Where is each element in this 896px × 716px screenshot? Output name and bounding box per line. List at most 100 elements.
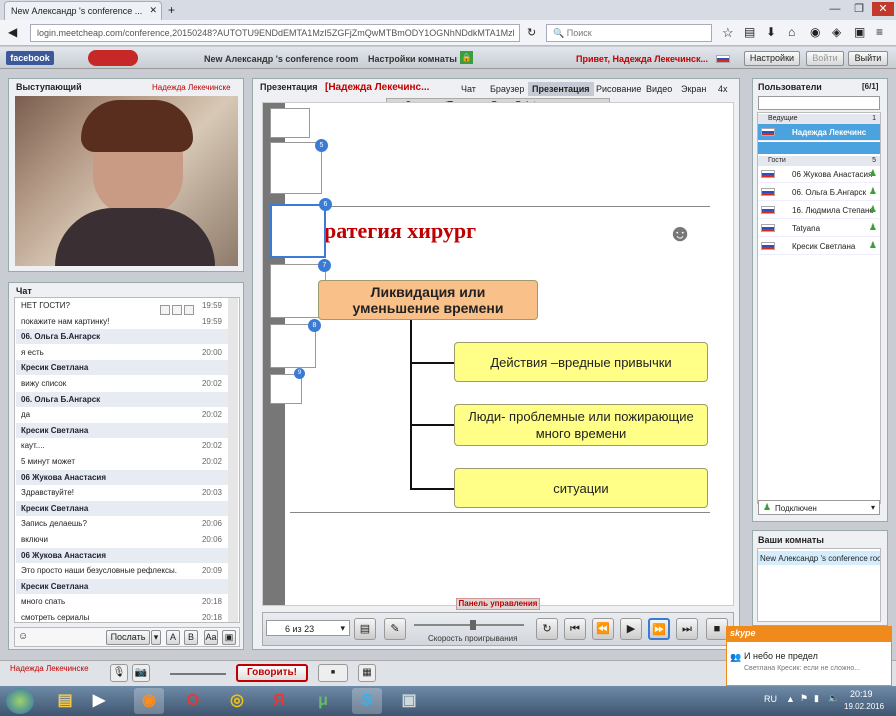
new-tab-button[interactable]: +	[168, 3, 175, 17]
clock-time[interactable]: 20:19	[850, 689, 873, 699]
volume-icon[interactable]: 🔈	[828, 693, 839, 704]
flag-tray-icon[interactable]: ⚑	[800, 693, 808, 704]
chrome-icon[interactable]: ◎	[222, 688, 252, 714]
tab-browser[interactable]: Браузер	[486, 82, 528, 96]
maximize-button[interactable]: ❐	[848, 2, 870, 16]
font-icon[interactable]	[172, 305, 182, 315]
login-button[interactable]: Войти	[806, 51, 844, 66]
format-icon[interactable]: A	[166, 630, 180, 645]
browser-tab[interactable]: New Александр 's conference ... ✕	[4, 1, 162, 20]
pencil-icon[interactable]: ✎	[384, 618, 406, 640]
chat-message: я есть 20:00	[16, 345, 228, 360]
explorer-icon[interactable]: ▤	[50, 688, 80, 714]
slide-thumbnail[interactable]	[270, 324, 316, 368]
user-row-guest[interactable]: Кресик Светлана ♟	[758, 238, 880, 255]
skype-taskbar-icon[interactable]: S	[352, 688, 382, 714]
status-select[interactable]: ♟ Подключен ▾	[758, 500, 880, 515]
addon-icon[interactable]: ▣	[854, 25, 865, 39]
language-indicator[interactable]: RU	[764, 694, 777, 704]
windows-start-icon[interactable]	[6, 688, 34, 714]
close-window-button[interactable]: ✕	[872, 2, 894, 16]
user-row-host[interactable]: Надежда Лекечинс	[758, 124, 880, 141]
facebook-button[interactable]: facebook	[6, 51, 54, 65]
bold-icon[interactable]: B	[184, 630, 198, 645]
user-row-guest[interactable]: Tatyana ♟	[758, 220, 880, 237]
reload-icon[interactable]: ↻	[527, 26, 536, 39]
users-search-input[interactable]	[758, 96, 880, 110]
camera-icon[interactable]: 📷	[132, 664, 150, 682]
slides-list-icon[interactable]: ▤	[354, 618, 376, 640]
clock-date[interactable]: 19.02.2016	[844, 702, 884, 711]
app-icon[interactable]: ▣	[394, 688, 424, 714]
search-input[interactable]: 🔍 Поиск	[546, 24, 712, 42]
tab-video[interactable]: Видео	[642, 82, 676, 96]
firefox-icon[interactable]: ◉	[134, 688, 164, 714]
previous-slide-icon[interactable]: ⏪	[592, 618, 614, 640]
opera-icon[interactable]: O	[178, 688, 208, 714]
minimize-button[interactable]: —	[824, 2, 846, 16]
play-icon[interactable]: ▶	[620, 618, 642, 640]
chat-message-text: 06 Жукова Анастасия	[21, 550, 106, 560]
room-settings-link[interactable]: Настройки комнаты	[368, 54, 457, 64]
tab-chat[interactable]: Чат	[457, 82, 480, 96]
back-icon[interactable]: ◀	[8, 25, 17, 39]
user-row-guest[interactable]: 06 Жукова Анастасия ♟	[758, 166, 880, 183]
chat-user-header: 06. Ольга Б.Ангарск	[16, 329, 228, 345]
send-options-icon[interactable]: ▾	[151, 630, 161, 645]
pocket-icon[interactable]: ◈	[832, 25, 841, 39]
microphone-icon[interactable]: 🎙	[110, 664, 128, 682]
speed-slider[interactable]	[414, 624, 524, 626]
home-icon[interactable]: ⌂	[788, 25, 795, 39]
control-panel-label[interactable]: Панель управления	[456, 598, 540, 610]
tab-screen[interactable]: Экран	[677, 82, 710, 96]
chat-scrollbar[interactable]	[228, 298, 238, 622]
user-row-guest[interactable]: 16. Людмила Степано ♟	[758, 202, 880, 219]
send-button[interactable]: Послать	[106, 630, 150, 645]
tray-expand-icon[interactable]: ▲	[786, 694, 795, 704]
branch-box: Люди- проблемные или пожирающие много вр…	[454, 404, 708, 446]
font-size-icon[interactable]: Aa	[204, 630, 218, 645]
page-indicator[interactable]: 6 из 23 ▾	[266, 620, 350, 636]
calculator-icon[interactable]: ▦	[358, 664, 376, 682]
stop-recording-icon[interactable]: ■	[318, 664, 348, 682]
speed-slider-handle[interactable]	[470, 620, 476, 630]
next-slide-icon[interactable]: ⏩	[648, 618, 670, 640]
slide-thumbnail[interactable]	[270, 142, 322, 194]
download-icon[interactable]: ⬇	[766, 25, 776, 39]
refresh-icon[interactable]: ↻	[536, 618, 558, 640]
chat-timestamp: 20:06	[201, 535, 222, 544]
image-icon[interactable]: ▣	[222, 630, 236, 645]
host-tools-row[interactable]	[758, 142, 880, 154]
yandex-icon[interactable]: Я	[264, 688, 294, 714]
close-tab-icon[interactable]: ✕	[149, 5, 157, 16]
chat-timestamp: 20:02	[201, 457, 222, 466]
slide-thumbnail[interactable]	[270, 108, 310, 138]
room-item[interactable]: New Александр 's conference room	[758, 551, 880, 565]
settings-button[interactable]: Настройки	[744, 51, 800, 66]
tab-4x[interactable]: 4x	[714, 82, 732, 96]
first-slide-icon[interactable]: ⏮	[564, 618, 586, 640]
user-row-guest[interactable]: 06. Ольга Б.Ангарск ♟	[758, 184, 880, 201]
smile-icon[interactable]	[160, 305, 170, 315]
reading-list-icon[interactable]: ▤	[744, 25, 755, 39]
bookmark-star-icon[interactable]: ☆	[722, 25, 734, 41]
last-slide-icon[interactable]: ⏭	[676, 618, 698, 640]
stop-icon[interactable]: ■	[706, 618, 728, 640]
tab-drawing[interactable]: Рисование	[592, 82, 645, 96]
exit-button[interactable]: Выйти	[848, 51, 888, 66]
url-field[interactable]: login.meetcheap.com/conference,20150248?…	[30, 24, 520, 42]
slide-title: ратегия хирург	[324, 218, 477, 243]
chat-message-text: включи	[21, 535, 48, 544]
slide-thumbnail-current[interactable]	[270, 204, 326, 258]
clear-icon[interactable]	[184, 305, 194, 315]
network-icon[interactable]: ▮	[814, 693, 819, 704]
chat-icon[interactable]: ◉	[810, 25, 820, 39]
speak-button[interactable]: Говорить!	[236, 664, 308, 682]
tab-presentation[interactable]: Презентация	[528, 82, 594, 96]
utorrent-icon[interactable]: μ	[308, 688, 338, 714]
chat-message-text: я есть	[21, 347, 44, 357]
emoticon-icon[interactable]: ☺	[18, 631, 28, 642]
volume-slider[interactable]	[170, 673, 226, 675]
media-player-icon[interactable]: ▶	[84, 688, 114, 714]
menu-icon[interactable]: ≡	[876, 25, 883, 39]
